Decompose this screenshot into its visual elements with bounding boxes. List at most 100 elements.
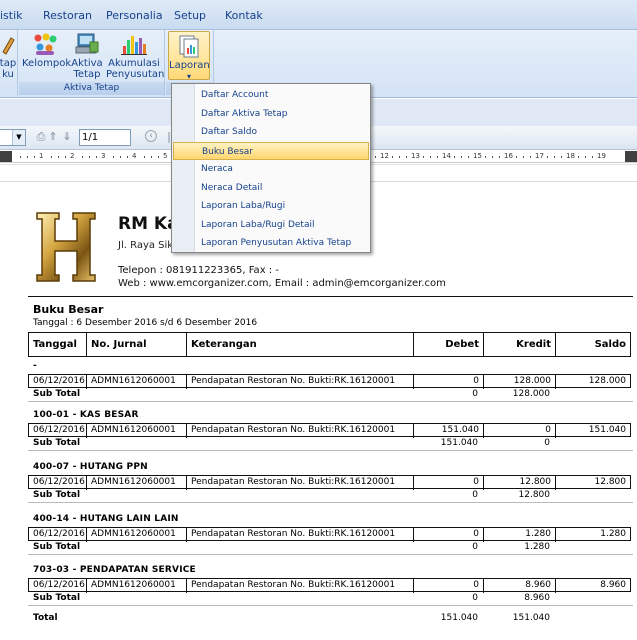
dropdown-item-daftar-saldo[interactable]: Daftar Saldo bbox=[173, 123, 369, 141]
subtotal-row: Sub Total 0 12.800 bbox=[28, 489, 631, 503]
cell-no-jurnal: ADMN1612060001 bbox=[86, 424, 186, 438]
subtotal-debet: 0 bbox=[472, 389, 478, 399]
menu-item-statistik[interactable]: istik bbox=[0, 9, 23, 22]
cell-saldo: 1.280 bbox=[555, 528, 630, 542]
ruler-tick bbox=[530, 156, 531, 158]
dropdown-item-neraca-detail[interactable]: Neraca Detail bbox=[173, 179, 369, 197]
col-no-jurnal: No. Jurnal bbox=[86, 333, 186, 356]
group-divider bbox=[28, 401, 633, 402]
dropdown-item-laporan-laba-rugi-detail[interactable]: Laporan Laba/Rugi Detail bbox=[173, 216, 369, 234]
pencil-icon bbox=[1, 32, 15, 56]
subtotal-label: Sub Total bbox=[33, 542, 81, 552]
ruler-number: 2 bbox=[70, 152, 75, 160]
menu-item-restoran[interactable]: Restoran bbox=[43, 9, 92, 22]
ruler-tick bbox=[585, 156, 586, 158]
ruler-tick bbox=[485, 156, 486, 158]
total-debet: 151.040 bbox=[440, 613, 478, 623]
ruler-tick bbox=[547, 156, 548, 158]
report-title: Buku Besar bbox=[33, 303, 104, 316]
subtotal-debet: 0 bbox=[472, 542, 478, 552]
table-row: 06/12/2016 ADMN1612060001 Pendapatan Resto… bbox=[28, 527, 631, 542]
partial-button[interactable]: tap ku bbox=[0, 30, 18, 80]
subtotal-kredit: 0 bbox=[544, 438, 550, 448]
ruler-tick bbox=[499, 156, 500, 158]
cell-kredit: 8.960 bbox=[483, 579, 555, 593]
ruler-tick bbox=[578, 156, 579, 158]
ruler-tick bbox=[65, 156, 66, 158]
account-heading: 400-07 - HUTANG PPN bbox=[33, 462, 148, 472]
dropdown-item-laporan-laba-rugi[interactable]: Laporan Laba/Rugi bbox=[173, 197, 369, 215]
menu-item-setup[interactable]: Setup bbox=[174, 9, 206, 22]
cell-keterangan: Pendapatan Restoran No. Bukti:RK.1612000… bbox=[186, 375, 413, 389]
menu-item-kontak[interactable]: Kontak bbox=[225, 9, 263, 22]
col-debet: Debet bbox=[413, 333, 483, 356]
col-tanggal: Tanggal bbox=[33, 339, 77, 350]
subtotal-kredit: 128.000 bbox=[512, 389, 550, 399]
cell-saldo: 151.040 bbox=[555, 424, 630, 438]
kelompok-button[interactable]: Kelompok bbox=[22, 30, 72, 69]
partial-label-1: tap bbox=[0, 58, 17, 69]
total-label: Total bbox=[33, 613, 58, 623]
cell-keterangan: Pendapatan Restoran No. Bukti:RK.1612000… bbox=[186, 528, 413, 542]
ruler-number: 14 bbox=[442, 152, 451, 160]
laporan-dropdown-menu: Daftar Account Daftar Aktiva Tetap Daftar … bbox=[171, 83, 371, 253]
subtotal-row: Sub Total 0 1.280 bbox=[28, 541, 631, 555]
table-header: Tanggal No. Jurnal Keterangan Debet Kred… bbox=[28, 332, 631, 357]
computer-icon bbox=[74, 32, 100, 56]
company-logo bbox=[33, 209, 99, 285]
dropdown-item-buku-besar[interactable]: Buku Besar bbox=[173, 141, 369, 160]
ruler-margin-left bbox=[0, 151, 12, 162]
people-icon bbox=[32, 32, 58, 56]
subtotal-debet: 151.040 bbox=[440, 438, 478, 448]
arrow-up-icon[interactable]: ⇑ bbox=[46, 130, 60, 144]
subtotal-row: Sub Total 0 128.000 bbox=[28, 388, 631, 402]
ruler-tick bbox=[437, 156, 438, 158]
dropdown-item-laporan-penyusutan-aktiva-tetap[interactable]: Laporan Penyusutan Aktiva Tetap bbox=[173, 234, 369, 252]
subtotal-label: Sub Total bbox=[33, 593, 81, 603]
cell-kredit: 0 bbox=[483, 424, 555, 438]
ruler-number: 19 bbox=[597, 152, 606, 160]
bar-chart-icon bbox=[121, 32, 147, 56]
ruler-tick bbox=[468, 156, 469, 158]
cell-tanggal: 06/12/2016 bbox=[33, 376, 85, 386]
subtotal-label: Sub Total bbox=[33, 438, 81, 448]
cell-saldo: 128.000 bbox=[555, 375, 630, 389]
cell-kredit: 12.800 bbox=[483, 476, 555, 490]
ruler-tick bbox=[82, 156, 83, 158]
group-divider bbox=[28, 605, 633, 606]
chevron-down-icon: ▾ bbox=[186, 72, 191, 81]
subtotal-row: Sub Total 151.040 0 bbox=[28, 437, 631, 451]
cell-tanggal: 06/12/2016 bbox=[33, 580, 85, 590]
ruler-number: 12 bbox=[380, 152, 389, 160]
dropdown-item-daftar-aktiva-tetap[interactable]: Daftar Aktiva Tetap bbox=[173, 105, 369, 123]
arrow-down-icon[interactable]: ⇓ bbox=[60, 130, 74, 144]
cell-debet: 151.040 bbox=[413, 424, 483, 438]
dropdown-item-neraca[interactable]: Neraca bbox=[173, 160, 369, 178]
akumulasi-penyusutan-button[interactable]: Akumulasi Penyusutan bbox=[106, 30, 164, 80]
aktiva-tetap-button[interactable]: Aktiva Tetap bbox=[70, 30, 104, 80]
cell-debet: 0 bbox=[413, 476, 483, 490]
menu-bar: istik Restoran Personalia Setup Kontak bbox=[0, 0, 637, 30]
laporan-button[interactable]: Laporan ▾ bbox=[168, 31, 210, 81]
page-input[interactable]: 1/1 bbox=[79, 129, 131, 146]
subtotal-debet: 0 bbox=[472, 490, 478, 500]
ruler-number: 13 bbox=[411, 152, 420, 160]
back-icon[interactable]: ‹ bbox=[145, 130, 157, 142]
ribbon-group-label: Aktiva Tetap bbox=[19, 82, 164, 95]
cell-tanggal: 06/12/2016 bbox=[33, 425, 85, 435]
grand-total-row: Total 151.040 151.040 bbox=[28, 612, 631, 626]
chevron-down-icon: ▼ bbox=[12, 130, 25, 145]
kelompok-label: Kelompok bbox=[22, 58, 72, 69]
aktiva-tetap-label: Aktiva Tetap bbox=[71, 58, 103, 80]
menu-item-personalia[interactable]: Personalia bbox=[106, 9, 163, 22]
header-divider bbox=[28, 296, 633, 297]
dropdown-item-daftar-account[interactable]: Daftar Account bbox=[173, 86, 369, 104]
subtotal-debet: 0 bbox=[472, 593, 478, 603]
ruler-tick bbox=[399, 156, 400, 158]
zoom-combo[interactable]: ▼ bbox=[0, 129, 26, 146]
col-kredit: Kredit bbox=[483, 333, 555, 356]
ruler-tick bbox=[461, 156, 462, 158]
total-kredit: 151.040 bbox=[512, 613, 550, 623]
ribbon-group-partial: tap ku bbox=[0, 30, 18, 96]
ruler-number: 5 bbox=[163, 152, 168, 160]
